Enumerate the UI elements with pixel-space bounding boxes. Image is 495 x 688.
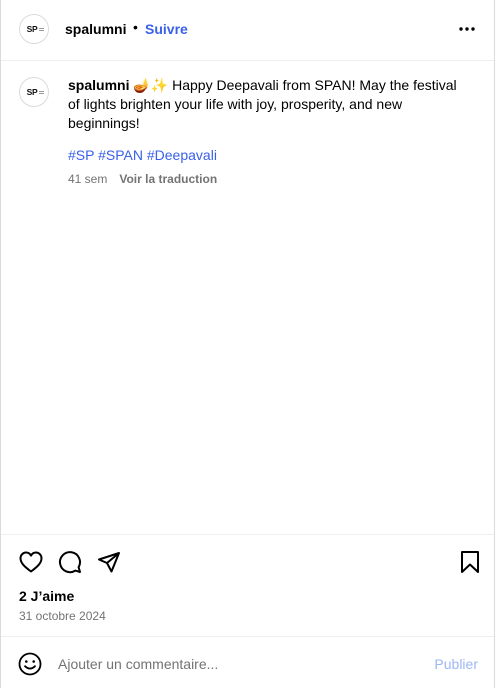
action-bar: [1, 534, 494, 574]
comment-icon: [59, 551, 81, 574]
more-options-button[interactable]: [456, 18, 478, 40]
emoji-button[interactable]: [17, 651, 43, 677]
caption-avatar[interactable]: SP: [19, 77, 49, 107]
caption-text: spalumni 🪔✨ Happy Deepavali from SPAN! M…: [68, 76, 468, 133]
see-translation-button[interactable]: Voir la traduction: [119, 172, 217, 186]
hashtag-list: #SP #SPAN #Deepavali: [68, 147, 217, 163]
post-header: SP spalumni • Suivre: [1, 0, 494, 61]
hashtag-link[interactable]: #SPAN: [98, 147, 143, 163]
comment-bar: Publier: [1, 636, 494, 688]
caption-username[interactable]: spalumni: [68, 77, 129, 93]
share-button[interactable]: [96, 549, 122, 575]
header-separator: •: [133, 19, 138, 35]
comment-button[interactable]: [57, 549, 83, 575]
hashtag-link[interactable]: #Deepavali: [147, 147, 217, 163]
follow-button[interactable]: Suivre: [145, 21, 188, 37]
caption-meta: 41 sem Voir la traduction: [68, 172, 217, 186]
hashtag-link[interactable]: #SP: [68, 147, 94, 163]
heart-icon: [19, 551, 43, 573]
caption-avatar-logo-text: SP: [26, 87, 38, 97]
avatar-logo-mark: [39, 28, 44, 32]
like-count[interactable]: 2 J’aime: [19, 588, 74, 604]
comment-input[interactable]: [58, 653, 418, 675]
post-date: 31 octobre 2024: [19, 609, 106, 623]
avatar-logo-text: SP: [26, 24, 38, 34]
emoji-icon: [18, 652, 42, 676]
header-username[interactable]: spalumni: [65, 21, 126, 37]
more-horizontal-icon: [459, 27, 475, 31]
bookmark-icon: [461, 551, 479, 573]
save-button[interactable]: [457, 549, 483, 575]
avatar[interactable]: SP: [19, 14, 49, 44]
like-button[interactable]: [18, 549, 44, 575]
share-icon: [98, 552, 120, 573]
caption-avatar-logo-mark: [39, 91, 44, 95]
post-age: 41 sem: [68, 172, 108, 186]
post-panel: SP spalumni • Suivre SP spalumni 🪔✨ Happ…: [0, 0, 495, 688]
publish-button[interactable]: Publier: [434, 656, 478, 672]
